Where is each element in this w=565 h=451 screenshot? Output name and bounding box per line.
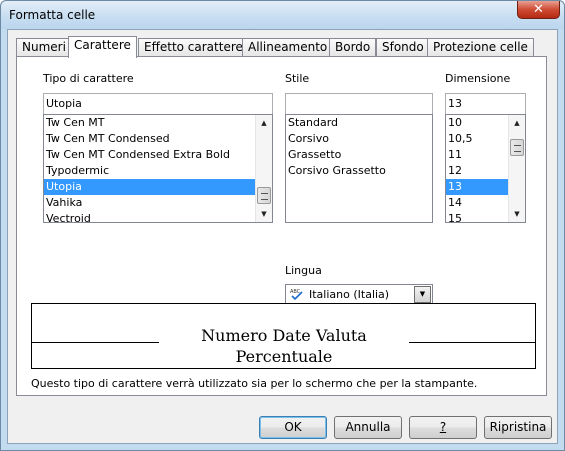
list-item[interactable]: Standard [286,115,432,131]
scroll-up-arrow-icon[interactable]: ▲ [509,115,525,131]
list-item[interactable]: Corsivo [286,131,432,147]
reset-button[interactable]: Ripristina [484,416,552,439]
style-label: Stile [285,72,310,85]
chevron-down-icon[interactable]: ▼ [414,286,431,303]
scroll-thumb[interactable] [257,187,271,204]
size-list[interactable]: 10 10,5 11 12 13 14 15 ▲ ▼ [445,114,526,223]
carattere-tab-page: Tipo di carattere Utopia Tw Cen MT Tw Ce… [16,56,547,396]
size-list-scrollbar[interactable]: ▲ ▼ [508,115,525,222]
close-button[interactable]: ✕ [517,1,560,19]
tab-carattere[interactable]: Carattere [68,36,137,58]
preview-text: Numero Date Valuta Percentuale [159,325,409,366]
scroll-down-arrow-icon[interactable]: ▼ [256,206,272,222]
dialog-body: Numeri Carattere Effetto carattere Allin… [7,29,558,444]
format-cells-dialog: Formatta celle ✕ Numeri Carattere Effett… [0,0,565,451]
help-button[interactable]: ? [409,416,477,439]
tab-effetto-carattere[interactable]: Effetto carattere [138,38,249,57]
language-select[interactable]: ABC Italiano (Italia) ▼ [285,284,433,305]
list-item[interactable]: Grassetto [286,147,432,163]
scroll-up-arrow-icon[interactable]: ▲ [256,115,272,131]
tab-allineamento[interactable]: Allineamento [242,38,334,57]
font-info-text: Questo tipo di carattere verrà utilizzat… [31,377,478,390]
cancel-button[interactable]: Annulla [334,416,402,439]
language-value: Italiano (Italia) [309,288,390,301]
tab-numeri[interactable]: Numeri [16,38,72,57]
font-list[interactable]: Tw Cen MT Tw Cen MT Condensed Tw Cen MT … [43,114,273,223]
font-preview: Numero Date Valuta Percentuale [31,303,536,369]
list-item-selected[interactable]: Utopia [44,179,272,195]
font-list-scrollbar[interactable]: ▲ ▼ [255,115,272,222]
close-icon: ✕ [533,2,544,17]
font-input[interactable]: Utopia [43,93,273,115]
list-item[interactable]: Vahika [44,195,272,211]
size-label: Dimensione [445,72,511,85]
list-item[interactable]: Corsivo Grassetto [286,163,432,179]
title-bar[interactable]: Formatta celle ✕ [1,1,564,29]
style-list[interactable]: Standard Corsivo Grassetto Corsivo Grass… [285,114,433,223]
tab-sfondo[interactable]: Sfondo [376,38,430,57]
scroll-down-arrow-icon[interactable]: ▼ [509,206,525,222]
list-item[interactable]: Tw Cen MT Condensed Extra Bold [44,147,272,163]
size-input[interactable]: 13 [445,93,526,115]
tab-protezione-celle[interactable]: Protezione celle [427,38,534,57]
list-item[interactable]: Tw Cen MT [44,115,272,131]
style-input[interactable] [285,93,433,115]
spellcheck-icon: ABC [290,289,303,301]
language-label: Lingua [285,264,322,277]
scroll-thumb[interactable] [510,139,524,156]
list-item[interactable]: Typodermic [44,163,272,179]
ok-button[interactable]: OK [259,416,327,439]
tab-bordo[interactable]: Bordo [329,38,377,57]
list-item[interactable]: Tw Cen MT Condensed [44,131,272,147]
font-label: Tipo di carattere [43,72,134,85]
window-title: Formatta celle [9,8,96,22]
list-item[interactable]: Vectroid [44,211,272,222]
